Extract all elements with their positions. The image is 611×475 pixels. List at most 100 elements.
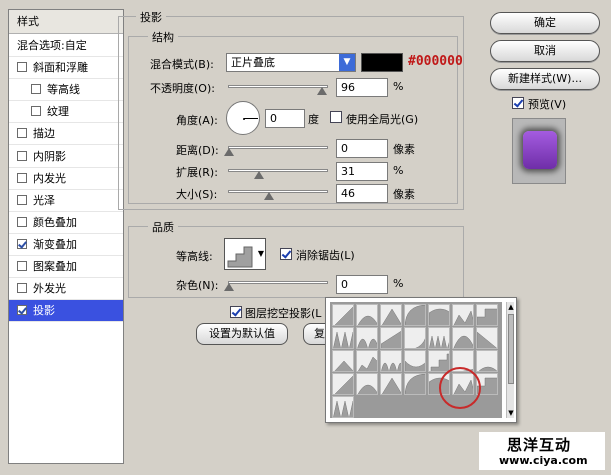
contour-shape-icon (405, 360, 425, 371)
contour-preset[interactable] (332, 373, 354, 395)
contour-preset[interactable] (356, 373, 378, 395)
highlight-circle (439, 367, 481, 409)
preview-checkbox[interactable] (512, 97, 524, 109)
contour-preset[interactable] (476, 304, 498, 326)
contour-preset[interactable] (356, 396, 378, 418)
sidebar-item-checkbox[interactable] (17, 172, 27, 183)
contour-preset[interactable] (476, 350, 498, 372)
contour-preset[interactable] (452, 327, 474, 349)
contour-shape-icon (333, 400, 353, 417)
contour-preset[interactable] (404, 304, 426, 326)
sidebar-item[interactable]: 内阴影 (9, 146, 123, 168)
sidebar-item[interactable]: 纹理 (9, 101, 123, 124)
sidebar-item[interactable]: 等高线 (9, 79, 123, 102)
sidebar-item[interactable]: 颜色叠加 (9, 212, 123, 234)
contour-preset[interactable] (356, 304, 378, 326)
spread-input[interactable]: 31 (336, 162, 388, 181)
contour-preset[interactable] (428, 350, 450, 372)
sidebar-item[interactable]: 描边 (9, 123, 123, 146)
contour-preset[interactable] (476, 396, 498, 418)
contour-shape-icon (405, 305, 425, 325)
size-input[interactable]: 46 (336, 184, 388, 203)
noise-slider-thumb[interactable] (224, 283, 234, 291)
sidebar-item-checkbox[interactable] (17, 150, 27, 161)
sidebar-item-checkbox[interactable] (31, 84, 41, 95)
contour-preset[interactable] (452, 304, 474, 326)
global-light-label: 使用全局光(G) (346, 113, 419, 126)
contour-preset[interactable] (404, 350, 426, 372)
contour-preset[interactable] (356, 327, 378, 349)
sidebar-item-checkbox[interactable] (17, 261, 27, 271)
contour-preset[interactable] (332, 350, 354, 372)
contour-shape-icon (453, 335, 473, 348)
antialias-checkbox[interactable] (280, 248, 292, 260)
opacity-slider-thumb[interactable] (317, 87, 327, 95)
sidebar-item[interactable]: 渐变叠加 (9, 234, 123, 256)
distance-input[interactable]: 0 (336, 139, 388, 158)
spread-unit: % (393, 164, 404, 177)
contour-preset[interactable] (380, 327, 402, 349)
noise-slider[interactable] (228, 281, 328, 284)
contour-shape-icon (430, 353, 449, 371)
contour-picker[interactable]: ▼ (224, 238, 266, 270)
contour-preset[interactable] (428, 327, 450, 349)
sidebar-item-checkbox[interactable] (31, 106, 41, 117)
sidebar-item[interactable]: 图案叠加 (9, 256, 123, 278)
sidebar-item[interactable]: 内发光 (9, 168, 123, 190)
opacity-slider[interactable] (228, 85, 328, 88)
knockout-checkbox[interactable] (230, 306, 242, 318)
make-default-button[interactable]: 设置为默认值 (196, 323, 288, 345)
sidebar-item[interactable]: 斜面和浮雕 (9, 57, 123, 80)
contour-preset[interactable] (332, 304, 354, 326)
contour-preset[interactable] (404, 327, 426, 349)
popup-scrollbar-thumb[interactable] (508, 314, 514, 384)
contour-preset[interactable] (404, 373, 426, 395)
contour-preset[interactable] (332, 396, 354, 418)
sidebar-item[interactable]: 混合选项:自定 (9, 35, 123, 57)
contour-preset[interactable] (476, 327, 498, 349)
global-light-checkbox[interactable] (330, 111, 342, 123)
sidebar-item[interactable]: 外发光 (9, 278, 123, 301)
distance-slider[interactable] (228, 146, 328, 149)
sidebar-item-checkbox[interactable] (17, 283, 27, 294)
contour-preset[interactable] (380, 350, 402, 372)
popup-scrollbar[interactable]: ▲ ▼ (506, 302, 514, 418)
angle-input[interactable]: 0 (265, 109, 305, 128)
cancel-button[interactable]: 取消 (490, 40, 600, 62)
blend-mode-select[interactable]: 正片叠底 ▼ (226, 53, 356, 72)
contour-shape-icon (477, 331, 497, 348)
contour-preset[interactable] (380, 304, 402, 326)
contour-preset[interactable] (356, 350, 378, 372)
sidebar-item-checkbox[interactable] (17, 194, 27, 205)
contour-preset[interactable] (380, 396, 402, 418)
spread-slider[interactable] (228, 169, 328, 172)
ok-button[interactable]: 确定 (490, 12, 600, 34)
contour-preset[interactable] (404, 396, 426, 418)
new-style-button[interactable]: 新建样式(W)... (490, 68, 600, 90)
contour-preset[interactable] (380, 373, 402, 395)
contour-dropdown-icon[interactable]: ▼ (258, 249, 264, 258)
sidebar-item-checkbox[interactable] (17, 305, 27, 316)
knockout-label: 图层挖空投影(L (245, 307, 322, 320)
scroll-up-icon[interactable]: ▲ (507, 302, 515, 312)
size-slider-thumb[interactable] (264, 192, 274, 200)
noise-input[interactable]: 0 (336, 275, 388, 294)
sidebar-item[interactable]: 投影 (9, 300, 123, 323)
sidebar-item-checkbox[interactable] (17, 62, 27, 73)
angle-dial[interactable] (226, 101, 260, 135)
contour-shape-icon (415, 338, 425, 348)
sidebar-item-checkbox[interactable] (17, 238, 27, 249)
shadow-color-swatch[interactable] (361, 53, 403, 72)
scroll-down-icon[interactable]: ▼ (507, 408, 515, 418)
sidebar-item-checkbox[interactable] (17, 128, 27, 139)
sidebar-item[interactable]: 光泽 (9, 190, 123, 212)
preview-swatch (523, 131, 557, 169)
sidebar-item-checkbox[interactable] (17, 216, 27, 227)
contour-preset[interactable] (428, 304, 450, 326)
spread-slider-thumb[interactable] (254, 171, 264, 179)
size-slider[interactable] (228, 190, 328, 193)
opacity-input[interactable]: 96 (336, 78, 388, 97)
contour-preset[interactable] (332, 327, 354, 349)
chevron-down-icon[interactable]: ▼ (339, 54, 355, 71)
distance-slider-thumb[interactable] (224, 148, 234, 156)
